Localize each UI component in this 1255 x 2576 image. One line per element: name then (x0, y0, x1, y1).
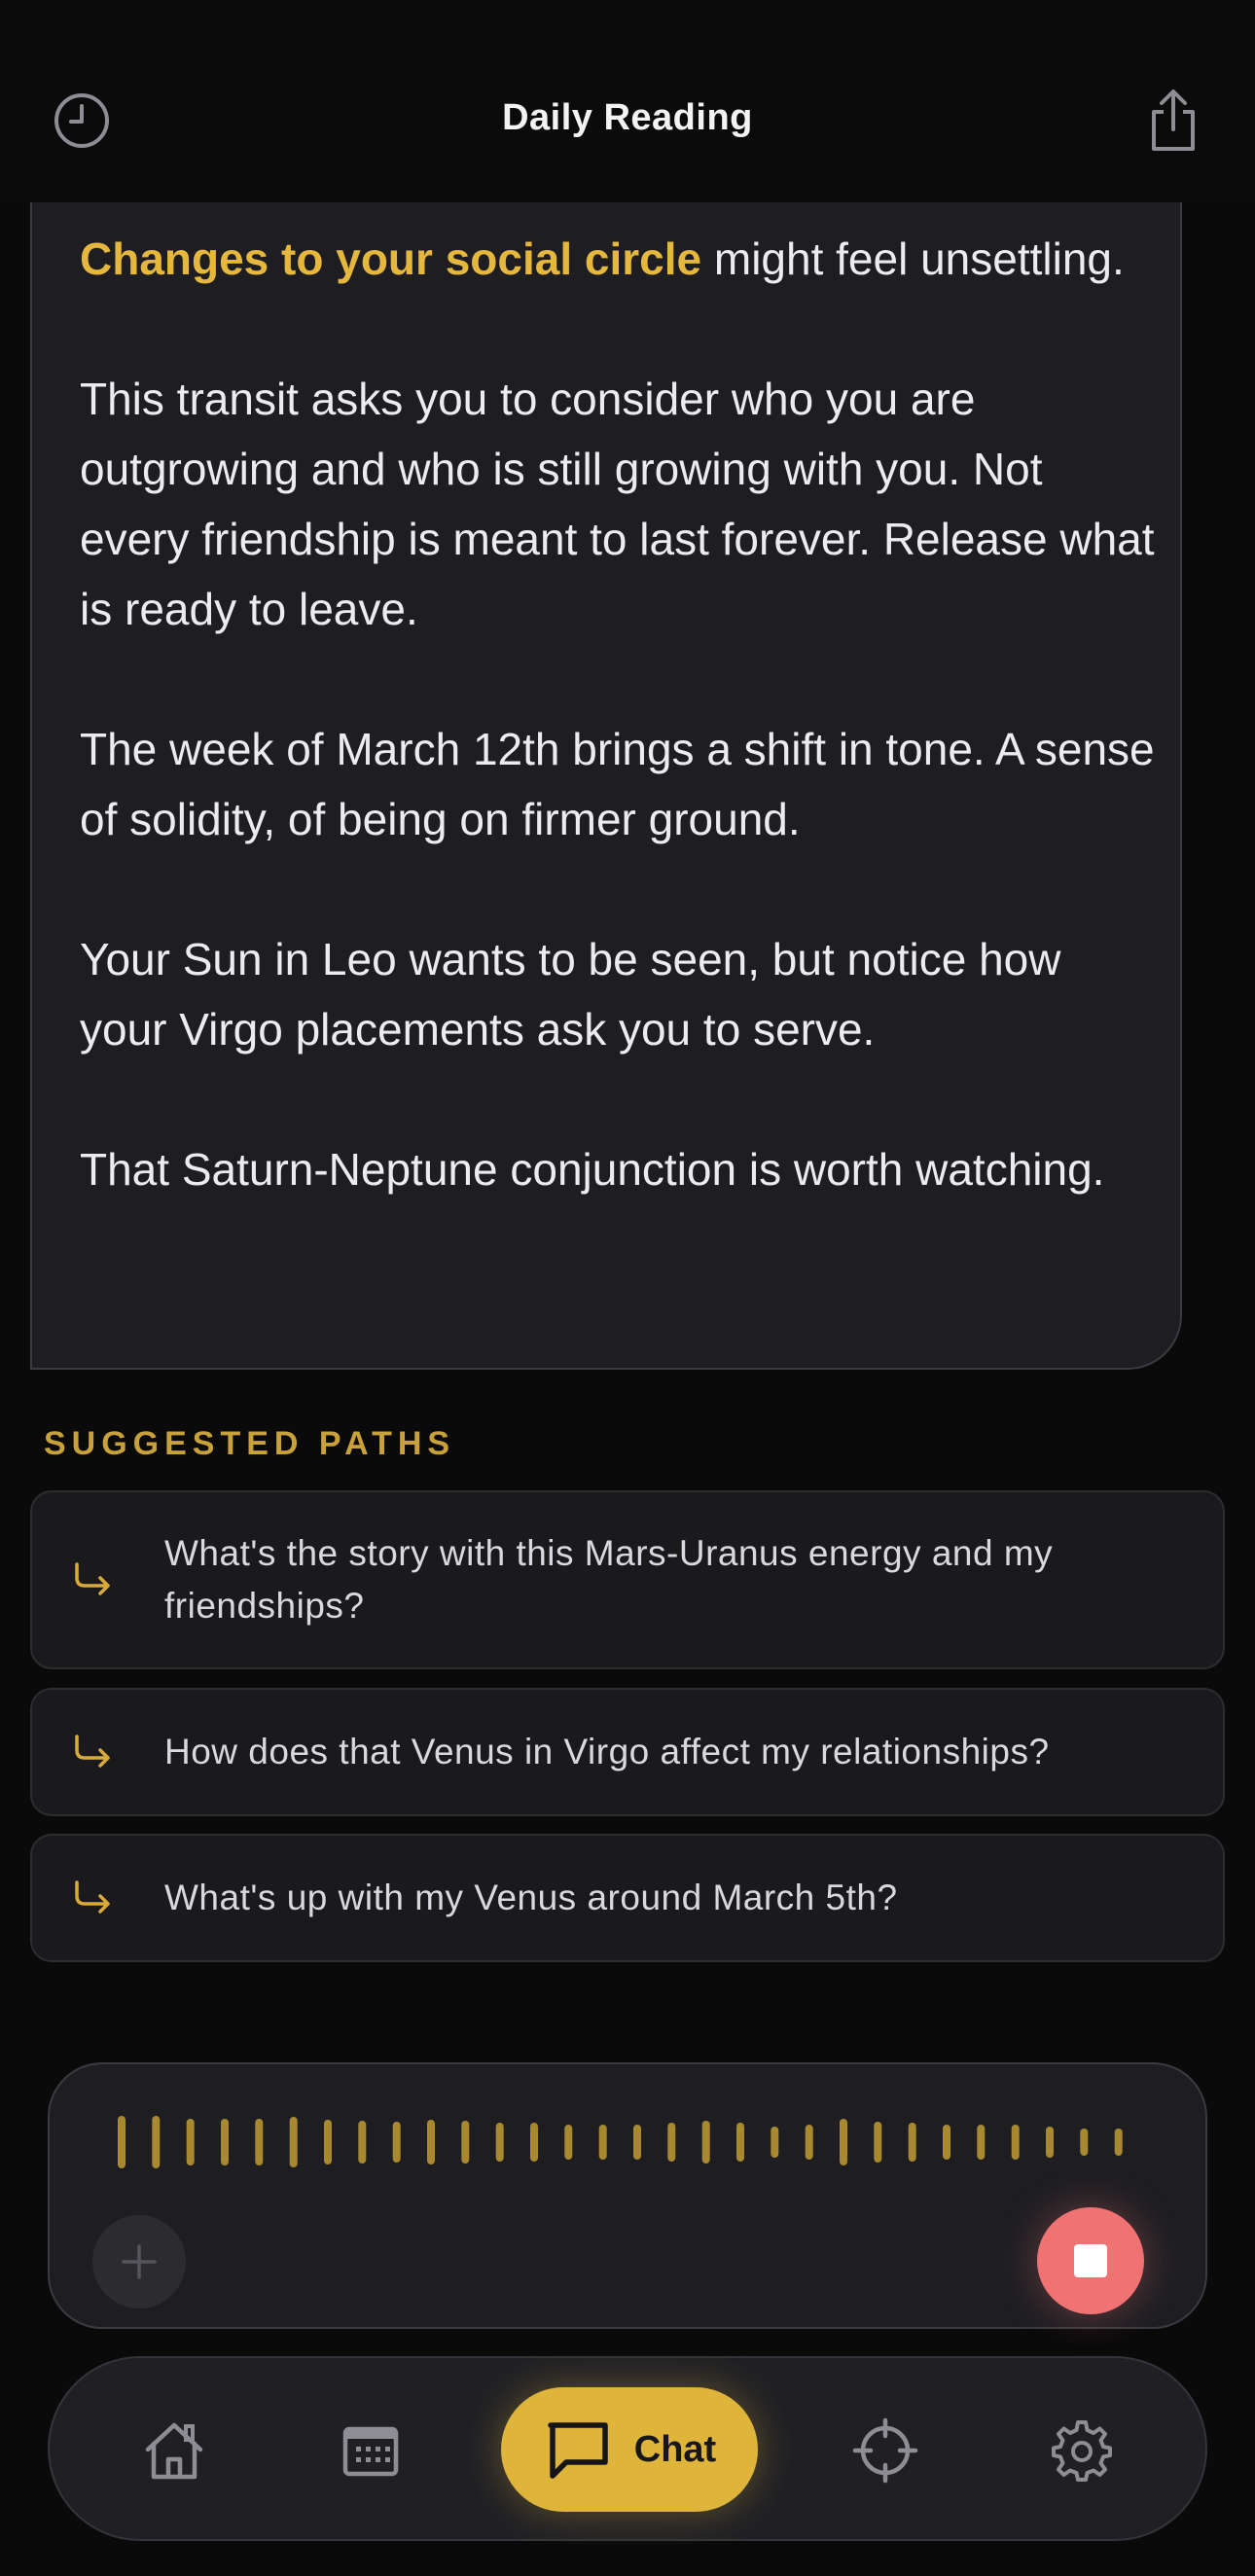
suggested-path-text: What's up with my Venus around March 5th… (164, 1878, 898, 1917)
highlight-phrase: Changes to your social circle (80, 233, 702, 284)
turn-arrow-icon (71, 1560, 129, 1599)
suggested-path-item[interactable]: What's the story with this Mars-Uranus e… (30, 1490, 1225, 1669)
suggested-path-text: What's the story with this Mars-Uranus e… (164, 1533, 1054, 1626)
bottom-nav: Chat (48, 2356, 1207, 2541)
waveform-bar (461, 2121, 470, 2164)
plus-icon (122, 2244, 157, 2279)
waveform-bar (392, 2122, 401, 2163)
waveform-bar (667, 2123, 676, 2162)
turn-arrow-icon (71, 1878, 129, 1917)
reading-paragraph: Changes to your social circle might feel… (80, 224, 1160, 294)
waveform-bar (1080, 2129, 1089, 2156)
reading-paragraph: That Saturn-Neptune conjunction is worth… (80, 1144, 1105, 1195)
nav-home[interactable] (130, 2407, 218, 2494)
waveform-bar (977, 2125, 986, 2160)
reading-line: might feel unsettling. (701, 233, 1125, 284)
suggested-paths-label: SUGGESTED PATHS (44, 1425, 456, 1462)
voice-input-panel (48, 2062, 1207, 2329)
chat-icon (548, 2422, 608, 2479)
waveform-bar (255, 2119, 264, 2165)
waveform-bar (530, 2123, 538, 2162)
waveform-bar (1114, 2129, 1123, 2156)
audio-waveform (118, 2116, 1123, 2168)
waveform-bar (908, 2123, 916, 2162)
waveform-bar (943, 2125, 950, 2160)
waveform-bar (427, 2120, 435, 2165)
waveform-bar (324, 2120, 332, 2165)
nav-focus[interactable] (842, 2407, 929, 2494)
nav-settings[interactable] (1038, 2407, 1126, 2494)
suggested-path-text: How does that Venus in Virgo affect my r… (164, 1732, 1050, 1771)
waveform-bar (633, 2125, 641, 2160)
top-bar: Daily Reading (0, 0, 1255, 202)
waveform-bar (358, 2121, 367, 2164)
waveform-bar (221, 2119, 229, 2165)
calendar-icon (342, 2426, 399, 2477)
waveform-bar (598, 2125, 607, 2160)
share-button[interactable] (1138, 86, 1208, 156)
crosshair-icon (852, 2417, 918, 2484)
reading-text: Changes to your social circle might feel… (80, 224, 1160, 1204)
waveform-bar (736, 2123, 744, 2162)
stop-recording-button[interactable] (1037, 2207, 1144, 2314)
waveform-bar (1046, 2127, 1054, 2158)
waveform-bar (840, 2119, 847, 2165)
nav-chat[interactable]: Chat (501, 2387, 758, 2512)
reading-paragraph: This transit asks you to consider who yo… (80, 374, 1155, 634)
waveform-bar (118, 2116, 126, 2168)
waveform-bar (771, 2127, 779, 2158)
gear-icon (1052, 2420, 1112, 2482)
waveform-bar (152, 2116, 161, 2168)
page-title: Daily Reading (502, 97, 753, 138)
share-icon (1152, 89, 1195, 151)
nav-calendar[interactable] (327, 2407, 414, 2494)
suggested-path-item[interactable]: How does that Venus in Virgo affect my r… (30, 1688, 1225, 1816)
home-icon (145, 2422, 203, 2480)
nav-chat-label: Chat (633, 2428, 717, 2470)
reading-paragraph: Your Sun in Leo wants to be seen, but no… (80, 934, 1061, 1055)
suggested-path-item[interactable]: What's up with my Venus around March 5th… (30, 1834, 1225, 1962)
waveform-bar (289, 2117, 298, 2167)
waveform-bar (701, 2121, 710, 2164)
stop-icon (1074, 2244, 1107, 2277)
reading-paragraph: The week of March 12th brings a shift in… (80, 724, 1155, 844)
add-button[interactable] (92, 2215, 186, 2308)
waveform-bar (495, 2123, 504, 2162)
waveform-bar (186, 2119, 195, 2165)
waveform-bar (564, 2125, 573, 2160)
waveform-bar (874, 2122, 882, 2163)
turn-arrow-icon (71, 1733, 129, 1771)
waveform-bar (1011, 2125, 1020, 2160)
waveform-bar (805, 2125, 813, 2160)
